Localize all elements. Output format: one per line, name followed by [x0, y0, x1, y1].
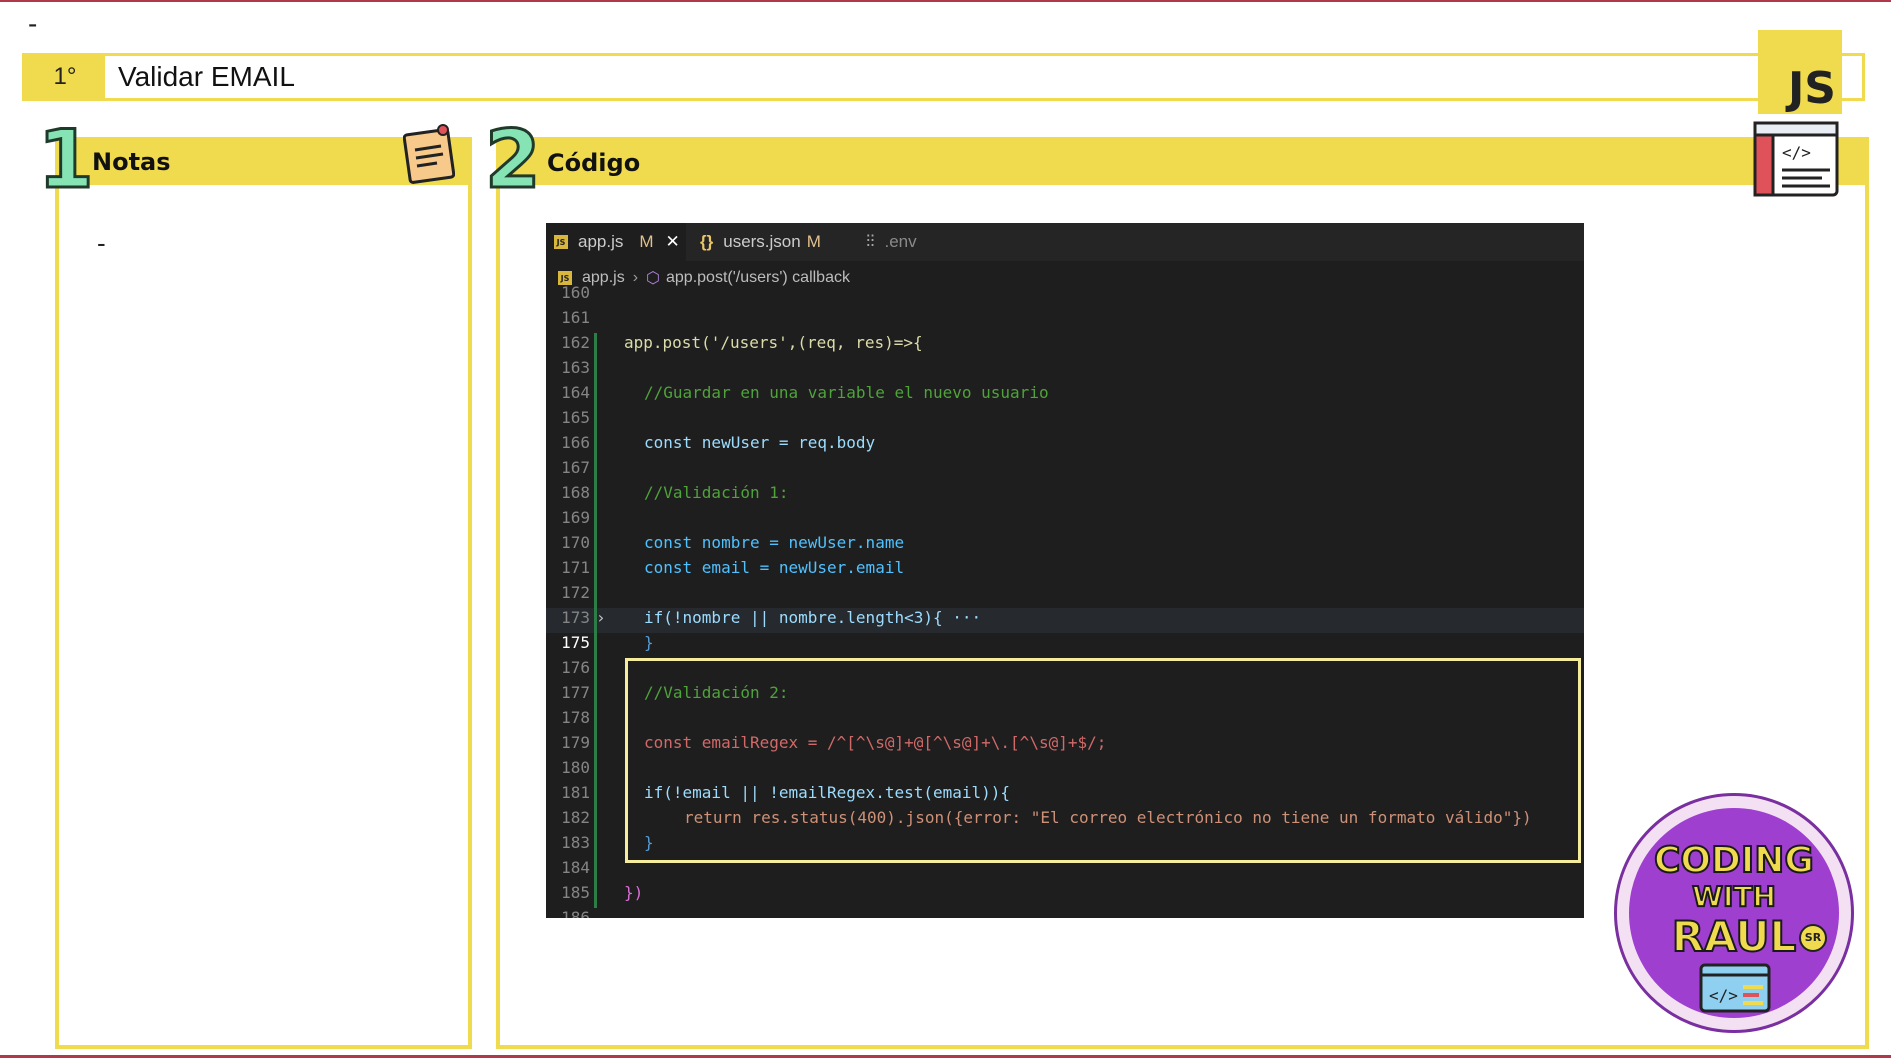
code-text: }: [644, 633, 654, 652]
page-title: Validar EMAIL: [118, 61, 295, 92]
svg-text:</>: </>: [1782, 143, 1811, 162]
git-change-bar: [594, 333, 597, 908]
line-number: 179: [561, 733, 590, 752]
code-comment: //Guardar en una variable el nuevo usuar…: [644, 383, 1049, 402]
notes-content: -: [97, 228, 106, 258]
bottom-rule: [0, 1055, 1891, 1058]
line-number: 177: [561, 683, 590, 702]
code-text: const email = newUser.email: [644, 558, 905, 577]
code-line: 160: [546, 283, 1584, 308]
code-text: const nombre = newUser.name: [644, 533, 905, 552]
line-number: 175: [561, 633, 590, 652]
logo-circle: CODING WITH RAUL SR </>: [1629, 808, 1839, 1018]
code-line: 167: [546, 458, 1584, 483]
code-line: 169: [546, 508, 1584, 533]
code-line: 185}): [546, 883, 1584, 908]
code-line: 171 const email = newUser.email: [546, 558, 1584, 583]
tab-modified-badge: M: [639, 232, 654, 251]
js-logo-text: JS: [1787, 63, 1836, 114]
highlight-box: [625, 658, 1581, 863]
code-line: 164 //Guardar en una variable el nuevo us…: [546, 383, 1584, 408]
tab-label: .env: [884, 232, 917, 251]
line-number: 169: [561, 508, 590, 527]
line-number: 181: [561, 783, 590, 802]
code-text: app.post('/users',(req, res)=>{: [624, 333, 923, 352]
svg-text:</>: </>: [1709, 986, 1738, 1005]
line-number: 160: [561, 283, 590, 302]
code-window-icon: </>: [1753, 121, 1839, 197]
line-number: 166: [561, 433, 590, 452]
line-number: 186: [561, 908, 590, 918]
code-line: 172: [546, 583, 1584, 608]
tab-label: app.js: [578, 232, 624, 251]
code-line: 173 › if(!nombre || nombre.length<3){ ···: [546, 608, 1584, 633]
code-line: 165: [546, 408, 1584, 433]
line-number: 178: [561, 708, 590, 727]
close-icon[interactable]: ✕: [666, 232, 680, 252]
line-number: 164: [561, 383, 590, 402]
page-dash: -: [28, 8, 38, 39]
line-number: 168: [561, 483, 590, 502]
code-window-icon: </>: [1699, 963, 1771, 1013]
code-label: Código: [547, 149, 641, 177]
line-number: 180: [561, 758, 590, 777]
editor-tab-bar: JS app.js M ✕ {} users.json M ⫶⫶ .env: [546, 223, 1584, 261]
title-bar: 1° Validar EMAIL: [22, 53, 1865, 101]
coding-with-raul-logo: CODING WITH RAUL SR </>: [1614, 793, 1854, 1033]
code-line: 175}: [546, 633, 1584, 658]
tab-modified-badge: M: [806, 232, 821, 251]
code-text: const newUser = req.body: [644, 433, 876, 452]
top-rule: [0, 0, 1891, 2]
logo-badge: SR: [1799, 924, 1827, 952]
tab-env[interactable]: ⫶⫶ .env: [826, 223, 946, 261]
line-number: 165: [561, 408, 590, 427]
line-number: 176: [561, 658, 590, 677]
title-number: 1°: [25, 56, 105, 98]
code-text: }): [624, 883, 644, 902]
notes-panel: [55, 137, 472, 1049]
line-number: 163: [561, 358, 590, 377]
code-line: 170 const nombre = newUser.name: [546, 533, 1584, 558]
notes-section-number: 1: [37, 113, 96, 206]
logo-line-2: WITH: [1691, 879, 1777, 914]
code-line: 162 app.post('/users',(req, res)=>{: [546, 333, 1584, 358]
line-number: 162: [561, 333, 590, 352]
line-number: 182: [561, 808, 590, 827]
code-text: if(!nombre || nombre.length<3){ ···: [644, 608, 982, 627]
code-line: 166 const newUser = req.body: [546, 433, 1584, 458]
code-line: 186: [546, 908, 1584, 918]
line-number: 172: [561, 583, 590, 602]
json-braces-icon: {}: [700, 232, 714, 251]
line-number: 170: [561, 533, 590, 552]
line-number: 161: [561, 308, 590, 327]
tab-users-json[interactable]: {} users.json M: [686, 223, 826, 261]
line-number: 184: [561, 858, 590, 877]
code-line: 168 //Validación 1:: [546, 483, 1584, 508]
js-file-icon: JS: [554, 235, 568, 249]
fold-chevron-icon[interactable]: ›: [596, 608, 606, 627]
line-number: 183: [561, 833, 590, 852]
code-section-number: 2: [484, 113, 543, 206]
notes-label: Notas: [92, 148, 171, 176]
sticky-note-icon: [403, 124, 455, 184]
code-line: 161: [546, 308, 1584, 333]
line-number: 173: [561, 608, 590, 627]
code-line: 163: [546, 358, 1584, 383]
logo-line-1: CODING: [1653, 839, 1815, 882]
js-logo-icon: JS: [1758, 30, 1842, 114]
code-comment: //Validación 1:: [644, 483, 789, 502]
line-number: 185: [561, 883, 590, 902]
line-number: 167: [561, 458, 590, 477]
tab-label: users.json: [723, 232, 801, 251]
line-number: 171: [561, 558, 590, 577]
tab-app-js[interactable]: JS app.js M ✕: [546, 223, 686, 261]
env-file-icon: ⫶⫶: [866, 232, 875, 251]
